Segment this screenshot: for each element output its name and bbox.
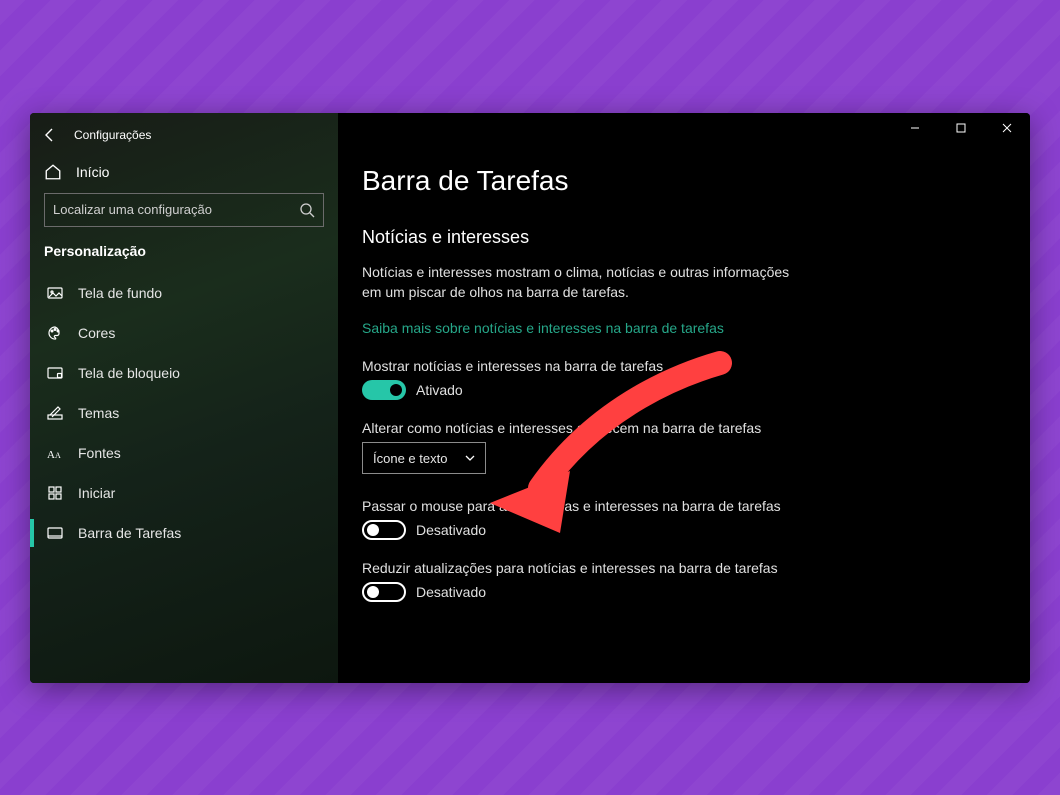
sidebar-item-lockscreen[interactable]: Tela de bloqueio xyxy=(30,353,338,393)
toggle-row-show-news: Ativado xyxy=(362,380,1006,400)
svg-text:A: A xyxy=(55,451,61,460)
window-controls xyxy=(892,113,1030,143)
toggle-state-text: Desativado xyxy=(416,584,486,600)
sidebar-item-background[interactable]: Tela de fundo xyxy=(30,273,338,313)
search-input[interactable] xyxy=(53,202,299,217)
toggle-state-text: Ativado xyxy=(416,382,463,398)
section-heading: Notícias e interesses xyxy=(362,227,1006,262)
sidebar-section-title: Personalização xyxy=(30,239,338,273)
sidebar-item-start[interactable]: Iniciar xyxy=(30,473,338,513)
sidebar-item-themes[interactable]: Temas xyxy=(30,393,338,433)
font-icon: AA xyxy=(46,444,64,462)
home-icon xyxy=(44,163,62,181)
toggle-reduce-updates[interactable] xyxy=(362,582,406,602)
toggle-show-news[interactable] xyxy=(362,380,406,400)
sidebar-item-label: Tela de fundo xyxy=(78,285,162,301)
app-title: Configurações xyxy=(74,128,151,142)
minimize-button[interactable] xyxy=(892,113,938,143)
toggle-row-hover: Desativado xyxy=(362,520,1006,540)
svg-text:A: A xyxy=(47,449,55,461)
setting-label-appearance: Alterar como notícias e interesses apare… xyxy=(362,420,1006,436)
sidebar: Configurações Início Personalização Tela… xyxy=(30,113,338,683)
setting-label-reduce-updates: Reduzir atualizações para notícias e int… xyxy=(362,560,1006,576)
grid-icon xyxy=(46,484,64,502)
sidebar-item-label: Iniciar xyxy=(78,485,115,501)
maximize-button[interactable] xyxy=(938,113,984,143)
sidebar-nav: Tela de fundo Cores Tela de bloqueio Tem… xyxy=(30,273,338,553)
palette-icon xyxy=(46,324,64,342)
sidebar-item-fonts[interactable]: AA Fontes xyxy=(30,433,338,473)
lockscreen-icon xyxy=(46,364,64,382)
sidebar-item-taskbar[interactable]: Barra de Tarefas xyxy=(30,513,338,553)
chevron-down-icon xyxy=(465,451,475,466)
main-panel: Barra de Tarefas Notícias e interesses N… xyxy=(338,113,1030,683)
setting-label-hover: Passar o mouse para abrir notícias e int… xyxy=(362,498,1006,514)
toggle-row-reduce-updates: Desativado xyxy=(362,582,1006,602)
search-icon xyxy=(299,202,315,218)
back-arrow-icon[interactable] xyxy=(42,127,58,143)
sidebar-item-label: Barra de Tarefas xyxy=(78,525,181,541)
titlebar: Configurações xyxy=(30,121,338,153)
toggle-state-text: Desativado xyxy=(416,522,486,538)
close-button[interactable] xyxy=(984,113,1030,143)
sidebar-home[interactable]: Início xyxy=(30,153,338,191)
toggle-hover[interactable] xyxy=(362,520,406,540)
pencil-icon xyxy=(46,404,64,422)
select-value: Ícone e texto xyxy=(373,451,447,466)
taskbar-icon xyxy=(46,524,64,542)
image-icon xyxy=(46,284,64,302)
setting-label-show-news: Mostrar notícias e interesses na barra d… xyxy=(362,358,1006,374)
sidebar-item-label: Tela de bloqueio xyxy=(78,365,180,381)
sidebar-item-label: Cores xyxy=(78,325,115,341)
select-appearance[interactable]: Ícone e texto xyxy=(362,442,486,474)
section-description: Notícias e interesses mostram o clima, n… xyxy=(362,262,792,303)
search-box[interactable] xyxy=(44,193,324,227)
sidebar-home-label: Início xyxy=(76,164,109,180)
sidebar-item-label: Fontes xyxy=(78,445,121,461)
learn-more-link[interactable]: Saiba mais sobre notícias e interesses n… xyxy=(362,320,1006,336)
sidebar-item-colors[interactable]: Cores xyxy=(30,313,338,353)
sidebar-item-label: Temas xyxy=(78,405,119,421)
settings-window: Configurações Início Personalização Tela… xyxy=(30,113,1030,683)
